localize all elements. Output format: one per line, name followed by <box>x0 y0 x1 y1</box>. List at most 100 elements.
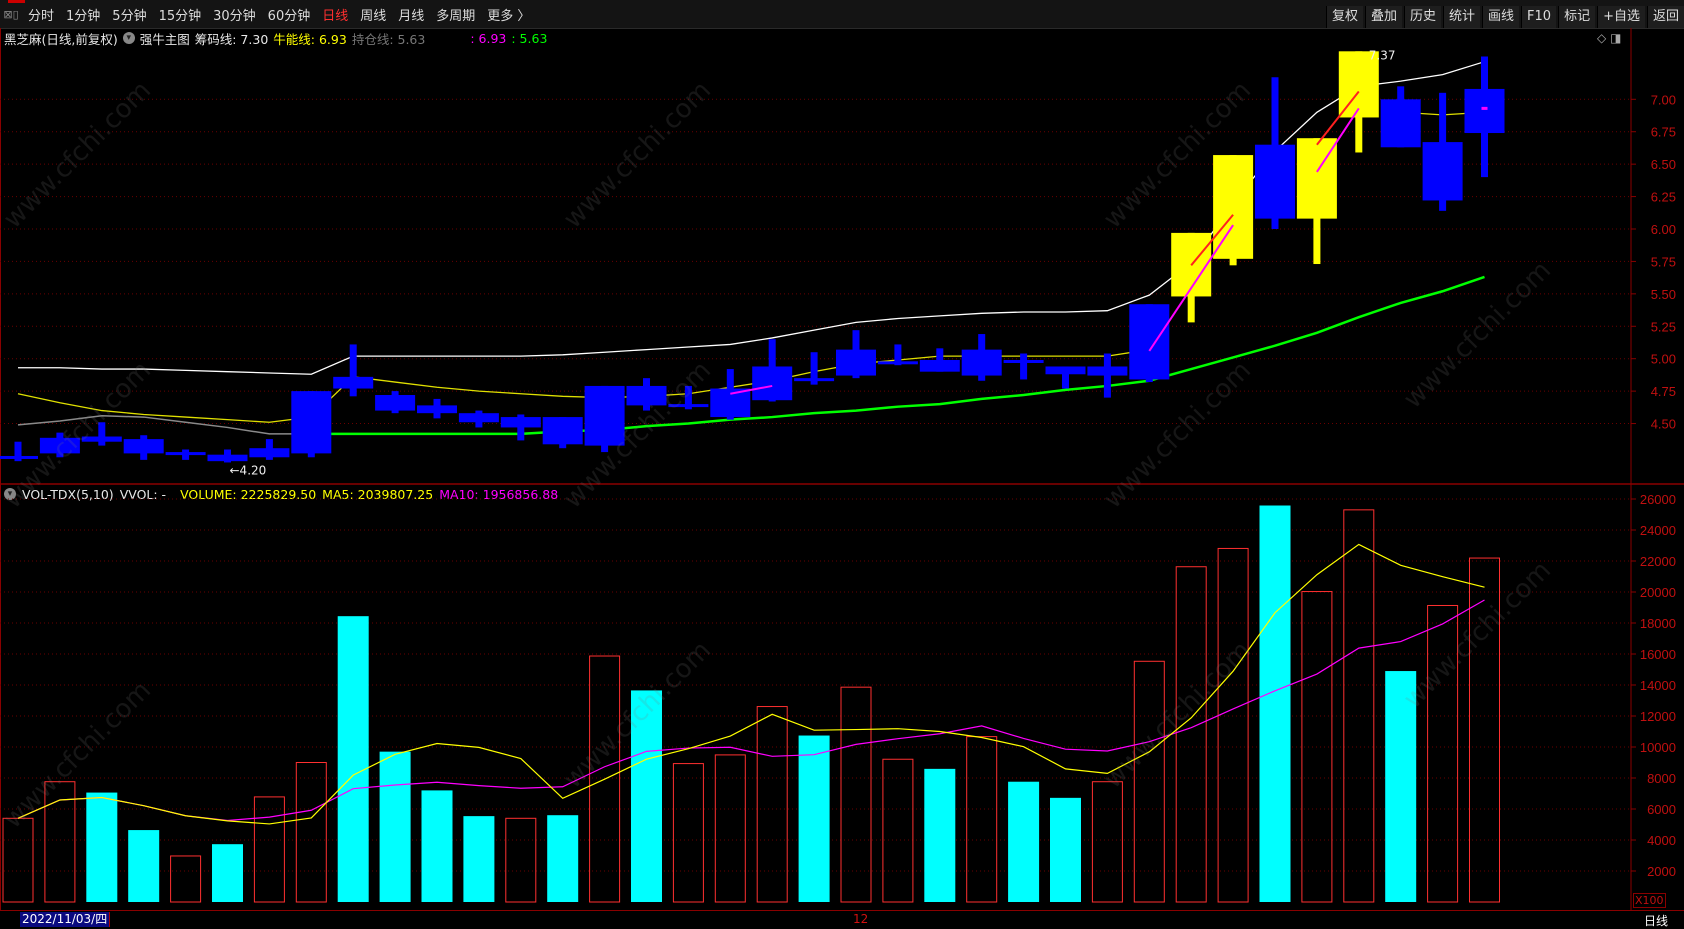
candle <box>417 398 457 419</box>
candle <box>165 449 206 460</box>
candle <box>1296 138 1337 265</box>
volume-tick-label: 22000 <box>1640 554 1676 569</box>
candle-body <box>291 391 332 454</box>
candle-body <box>500 417 541 428</box>
volume-bar <box>128 830 160 902</box>
candle-body <box>458 413 499 423</box>
price-tick-label: 5.00 <box>1651 352 1676 367</box>
candle-body <box>877 361 918 365</box>
candle-body <box>836 349 876 376</box>
candle <box>333 344 374 397</box>
candle-body <box>1045 366 1086 375</box>
volume-bar <box>379 751 411 902</box>
volume-bar <box>212 844 243 902</box>
candle <box>1213 155 1254 266</box>
volume-bar <box>1385 671 1417 902</box>
candle-body <box>542 417 583 445</box>
volume-tick-label: 14000 <box>1640 678 1676 693</box>
price-tick-label: 7.00 <box>1651 92 1676 107</box>
volume-bar <box>463 816 495 902</box>
volume-tick-label: 24000 <box>1640 523 1676 538</box>
candle-body <box>626 385 667 406</box>
candle <box>123 435 164 460</box>
candle-wick <box>98 422 106 446</box>
candle-body <box>81 436 122 442</box>
volume-tick-label: 12000 <box>1640 709 1676 724</box>
volume-bar <box>672 763 704 903</box>
candle <box>1045 366 1086 389</box>
volume-tick-label: 16000 <box>1640 647 1676 662</box>
price-tick-label: 6.75 <box>1651 125 1676 140</box>
candle <box>877 344 918 366</box>
volume-tick-label: 26000 <box>1640 492 1676 507</box>
volume-tick-label: 8000 <box>1647 771 1676 786</box>
volume-bar <box>840 686 872 903</box>
price-tick-label: 6.50 <box>1651 157 1676 172</box>
volume-bar <box>966 736 998 903</box>
volume-bar <box>1217 547 1249 903</box>
candle-body <box>249 448 290 458</box>
candle-body <box>123 439 164 454</box>
volume-tick-label: 4000 <box>1647 833 1676 848</box>
volume-tick-label: 18000 <box>1640 616 1676 631</box>
candle <box>81 422 122 446</box>
candle-body <box>961 349 1002 376</box>
candle-body <box>1003 359 1044 363</box>
candle <box>919 348 960 372</box>
volume-unit-label: X100 <box>1633 893 1666 908</box>
candle <box>1338 51 1379 153</box>
volume-bar <box>170 855 202 903</box>
price-tick-label: 4.75 <box>1651 384 1676 399</box>
candle <box>1087 353 1128 398</box>
hold-line <box>17 415 312 435</box>
candle <box>542 417 583 449</box>
candle-body <box>1464 88 1505 134</box>
candle-body <box>1422 142 1463 201</box>
candle <box>626 378 667 411</box>
volume-bar <box>1133 660 1165 903</box>
candle-body <box>1255 144 1295 219</box>
volume-bar <box>631 690 662 902</box>
volume-bar <box>1175 566 1207 903</box>
candle <box>1129 304 1170 383</box>
volume-tick-label: 10000 <box>1640 740 1676 755</box>
candle <box>584 385 625 453</box>
candle-body <box>1129 304 1170 380</box>
date-axis: 2022/11/03/四 12 日线 <box>0 910 1684 928</box>
candle <box>291 391 332 458</box>
price-tick-label: 5.50 <box>1651 287 1676 302</box>
price-tick-label: 6.25 <box>1651 190 1676 205</box>
volume-bar <box>2 817 34 903</box>
high-price-label: 7.37 <box>1369 48 1396 62</box>
candle-body <box>207 454 248 462</box>
candle-body <box>752 366 793 401</box>
candle <box>1464 56 1505 178</box>
volume-bar <box>924 768 956 902</box>
candle-wick <box>1020 353 1028 380</box>
volume-bar <box>295 762 327 903</box>
signal-dot <box>1481 106 1488 110</box>
price-tick-label: 4.50 <box>1651 417 1676 432</box>
candle <box>752 339 793 402</box>
candle <box>375 391 416 414</box>
price-tick-label: 6.00 <box>1651 222 1676 237</box>
candle <box>836 330 876 379</box>
candle <box>458 410 499 428</box>
candle <box>710 369 751 420</box>
kline-chart[interactable]: 7.00 6.75 6.50 6.25 6.00 5.75 5.50 5.25 5.00 4.75… <box>0 0 1684 927</box>
period-label: 日线 <box>1643 914 1668 928</box>
volume-bar <box>505 817 537 903</box>
candle <box>500 414 541 441</box>
volume-bar <box>1008 781 1040 902</box>
candle <box>1380 86 1421 148</box>
volume-bar <box>86 792 118 902</box>
volume-bar <box>1469 557 1500 903</box>
price-tick-label: 5.75 <box>1651 254 1676 269</box>
candle-body <box>1380 99 1421 148</box>
candle-body <box>1213 155 1254 259</box>
candle <box>1003 353 1044 380</box>
volume-bar <box>1050 797 1081 902</box>
candle-body <box>39 437 80 454</box>
volume-bar <box>337 616 369 902</box>
candle-body <box>668 404 709 408</box>
